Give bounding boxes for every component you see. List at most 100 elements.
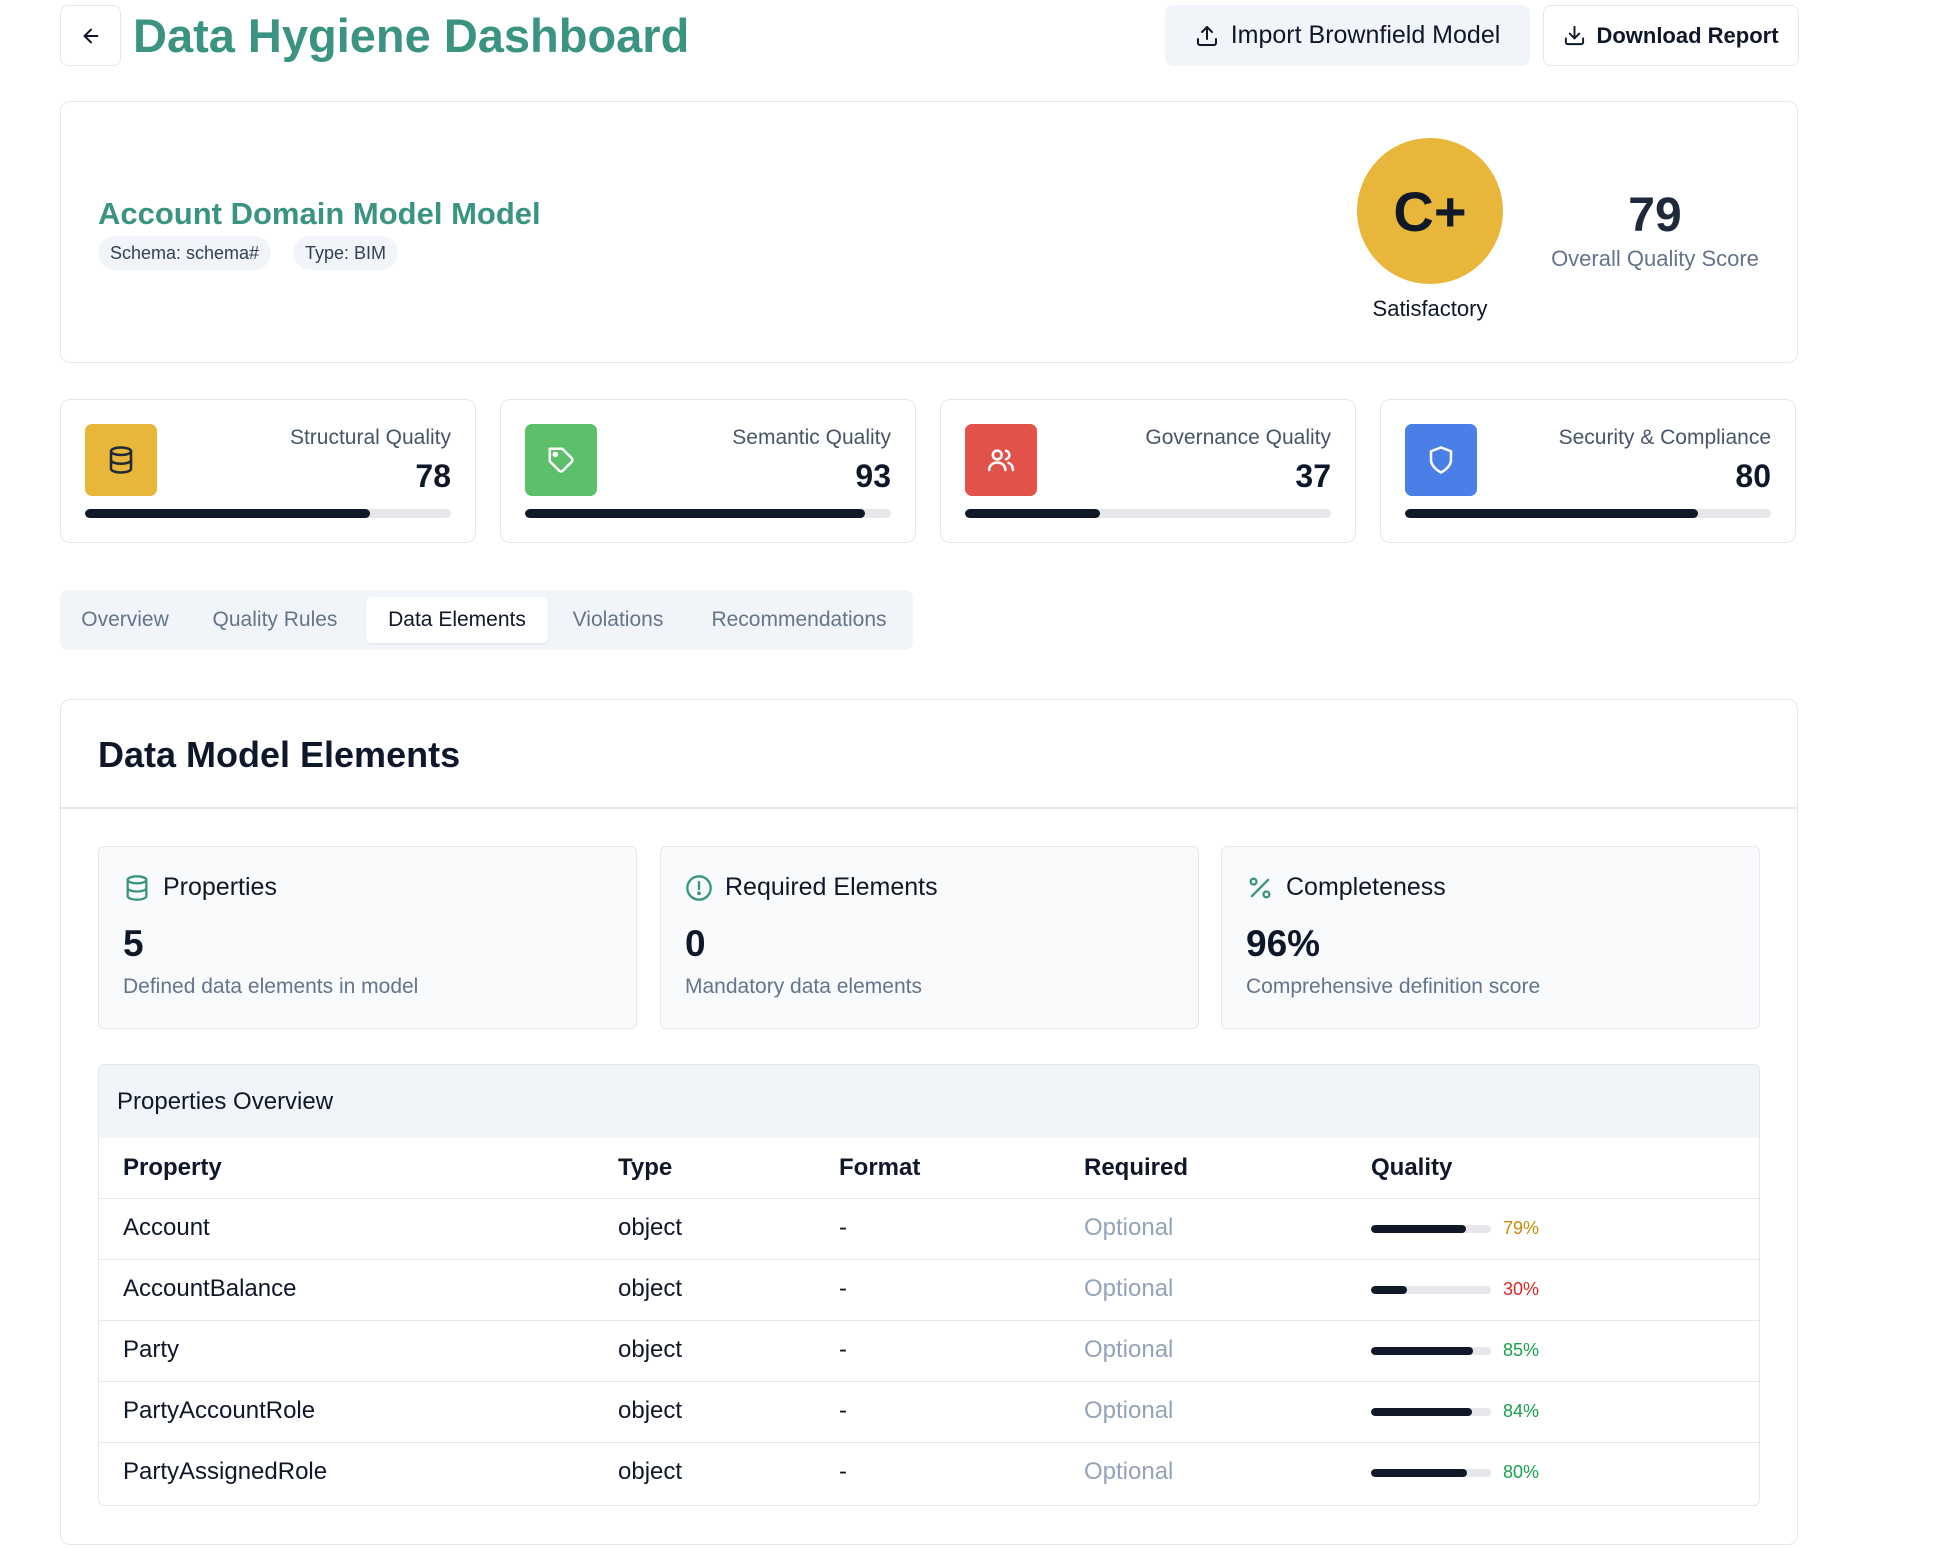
metric-card-semantic: Semantic Quality 93 <box>500 399 916 543</box>
percent-icon <box>1249 877 1271 898</box>
stat-card-required: Required Elements 0 Mandatory data eleme… <box>660 846 1199 1029</box>
model-name: Account Domain Model Model <box>98 196 541 231</box>
metric-icon-tile <box>965 424 1037 496</box>
import-brownfield-model-button[interactable]: Import Brownfield Model <box>1165 5 1530 66</box>
type-badge: Type: BIM <box>293 236 399 270</box>
arrow-left-icon <box>83 28 98 43</box>
tag-icon <box>548 447 574 473</box>
metric-value: 78 <box>415 458 451 494</box>
metric-value: 93 <box>855 458 891 494</box>
cell-format: - <box>839 1275 847 1302</box>
stat-value: 5 <box>123 923 144 964</box>
table-row: Party object - Optional 85% <box>99 1321 1759 1382</box>
quality-progress-bar <box>1371 1286 1491 1294</box>
alert-circle-icon <box>686 874 712 901</box>
column-header-property: Property <box>123 1154 222 1181</box>
quality-progress-fill <box>1371 1347 1473 1355</box>
download-report-button[interactable]: Download Report <box>1543 5 1799 66</box>
quality-progress-bar <box>1371 1225 1491 1233</box>
metric-value: 80 <box>1735 458 1771 494</box>
cell-type: object <box>618 1214 683 1241</box>
section-title: Data Model Elements <box>98 734 461 775</box>
cell-type: object <box>618 1397 683 1424</box>
cell-format: - <box>839 1458 847 1485</box>
import-button-label: Import Brownfield Model <box>1230 21 1501 49</box>
quality-percent: 30% <box>1503 1279 1540 1299</box>
metric-card-security: Security & Compliance 80 <box>1380 399 1796 543</box>
overall-score-label: Overall Quality Score <box>1551 246 1759 271</box>
grade-label: Satisfactory <box>1372 296 1488 321</box>
quality-percent: 80% <box>1503 1462 1540 1482</box>
tab-recommendations[interactable]: Recommendations <box>694 597 904 643</box>
tab-quality-rules[interactable]: Quality Rules <box>202 597 348 643</box>
quality-percent: 85% <box>1503 1340 1540 1360</box>
metric-label: Governance Quality <box>1145 426 1331 449</box>
metric-progress-fill <box>525 509 866 518</box>
column-header-format: Format <box>839 1154 921 1181</box>
schema-badge: Schema: schema# <box>98 236 272 270</box>
metric-progress-bar <box>1405 509 1771 518</box>
model-summary-card <box>60 101 1798 363</box>
cell-property: AccountBalance <box>123 1275 297 1302</box>
stat-value: 96% <box>1246 923 1321 964</box>
quality-percent: 79% <box>1503 1218 1540 1238</box>
cell-required: Optional <box>1084 1397 1174 1424</box>
table-row: AccountBalance object - Optional 30% <box>99 1260 1759 1321</box>
cell-required: Optional <box>1084 1336 1174 1363</box>
stat-description: Defined data elements in model <box>123 975 419 998</box>
metric-icon-tile <box>525 424 597 496</box>
stat-label: Required Elements <box>725 873 938 901</box>
metric-progress-bar <box>85 509 451 518</box>
metric-icon-tile <box>85 424 157 496</box>
stat-label: Completeness <box>1286 873 1446 901</box>
stat-value: 0 <box>685 923 706 964</box>
database-icon <box>126 874 148 901</box>
grade-badge: C+ <box>1357 138 1503 284</box>
tab-data-elements[interactable]: Data Elements <box>366 597 548 643</box>
overall-score-value: 79 <box>1628 189 1682 242</box>
stat-card-completeness: Completeness 96% Comprehensive definitio… <box>1221 846 1760 1029</box>
table-caption: Properties Overview <box>99 1065 1759 1138</box>
tab-overview[interactable]: Overview <box>66 597 184 643</box>
cell-type: object <box>618 1275 683 1302</box>
metric-progress-fill <box>1405 509 1698 518</box>
metric-progress-fill <box>965 509 1101 518</box>
cell-format: - <box>839 1397 847 1424</box>
cell-property: Party <box>123 1336 180 1363</box>
column-header-quality: Quality <box>1371 1154 1453 1181</box>
tab-violations[interactable]: Violations <box>562 597 674 643</box>
back-button[interactable] <box>60 5 121 66</box>
section-divider <box>61 807 1797 809</box>
cell-format: - <box>839 1214 847 1241</box>
table-header-row: Property Type Format Required Quality <box>99 1138 1759 1199</box>
table-row: PartyAssignedRole object - Optional 80% <box>99 1443 1759 1504</box>
metric-label: Structural Quality <box>289 426 451 449</box>
cell-property: PartyAccountRole <box>123 1397 316 1424</box>
properties-table: Properties Overview Property Type Format… <box>98 1064 1760 1506</box>
cell-required: Optional <box>1084 1458 1174 1485</box>
metric-card-governance: Governance Quality 37 <box>940 399 1356 543</box>
metric-label: Semantic Quality <box>732 426 891 449</box>
stat-description: Mandatory data elements <box>685 975 922 998</box>
metric-value: 37 <box>1295 458 1331 494</box>
upload-icon <box>1196 25 1217 46</box>
table-row: PartyAccountRole object - Optional 84% <box>99 1382 1759 1443</box>
users-icon <box>987 449 1015 472</box>
column-header-required: Required <box>1084 1154 1189 1181</box>
metric-label: Security & Compliance <box>1558 426 1771 449</box>
cell-format: - <box>839 1336 847 1363</box>
metric-icon-tile <box>1405 424 1477 496</box>
database-icon <box>109 446 133 474</box>
column-header-type: Type <box>618 1154 673 1181</box>
quality-progress-bar <box>1371 1347 1491 1355</box>
quality-progress-bar <box>1371 1469 1491 1477</box>
stat-card-properties: Properties 5 Defined data elements in mo… <box>98 846 637 1029</box>
quality-progress-bar <box>1371 1408 1491 1416</box>
cell-property: Account <box>123 1214 210 1241</box>
shield-icon <box>1429 446 1453 474</box>
stat-label: Properties <box>163 873 277 901</box>
cell-type: object <box>618 1458 683 1485</box>
quality-percent: 84% <box>1503 1401 1540 1421</box>
quality-progress-fill <box>1371 1286 1407 1294</box>
quality-progress-fill <box>1371 1469 1467 1477</box>
